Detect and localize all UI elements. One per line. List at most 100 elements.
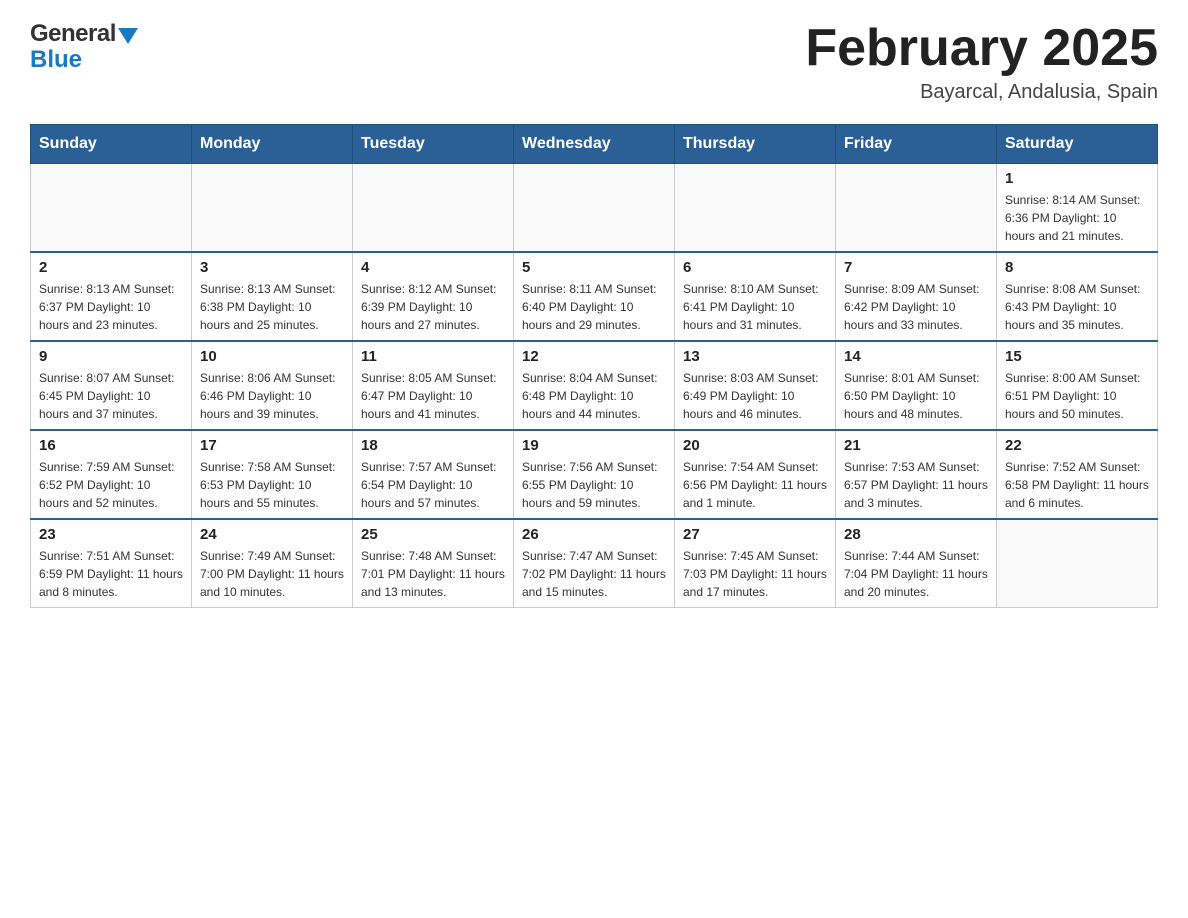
title-block: February 2025 Bayarcal, Andalusia, Spain — [805, 20, 1158, 104]
calendar-day-cell: 2 Sunrise: 8:13 AM Sunset: 6:37 PM Daylig… — [31, 252, 192, 341]
day-info: Sunrise: 8:00 AM Sunset: 6:51 PM Dayligh… — [1005, 369, 1149, 423]
day-number: 14 — [844, 348, 988, 365]
calendar-header-row: SundayMondayTuesdayWednesdayThursdayFrid… — [31, 125, 1158, 164]
day-info: Sunrise: 7:51 AM Sunset: 6:59 PM Dayligh… — [39, 547, 183, 601]
calendar-week-row: 2 Sunrise: 8:13 AM Sunset: 6:37 PM Daylig… — [31, 252, 1158, 341]
day-info: Sunrise: 8:13 AM Sunset: 6:37 PM Dayligh… — [39, 280, 183, 334]
calendar-day-cell: 20Sunrise: 7:54 AM Sunset: 6:56 PM Dayli… — [675, 430, 836, 519]
calendar-week-row: 9 Sunrise: 8:07 AM Sunset: 6:45 PM Daylig… — [31, 341, 1158, 430]
day-number: 27 — [683, 526, 827, 543]
day-info: Sunrise: 7:53 AM Sunset: 6:57 PM Dayligh… — [844, 458, 988, 512]
day-number: 22 — [1005, 437, 1149, 454]
calendar-week-row: 1 Sunrise: 8:14 AM Sunset: 6:36 PM Daylig… — [31, 164, 1158, 253]
day-info: Sunrise: 8:04 AM Sunset: 6:48 PM Dayligh… — [522, 369, 666, 423]
day-number: 8 — [1005, 259, 1149, 276]
day-number: 11 — [361, 348, 505, 365]
day-number: 9 — [39, 348, 183, 365]
day-number: 12 — [522, 348, 666, 365]
day-info: Sunrise: 8:05 AM Sunset: 6:47 PM Dayligh… — [361, 369, 505, 423]
calendar-day-cell: 12 Sunrise: 8:04 AM Sunset: 6:48 PM Dayli… — [514, 341, 675, 430]
day-number: 5 — [522, 259, 666, 276]
day-info: Sunrise: 8:03 AM Sunset: 6:49 PM Dayligh… — [683, 369, 827, 423]
calendar-day-cell — [836, 164, 997, 253]
calendar-day-cell: 19 Sunrise: 7:56 AM Sunset: 6:55 PM Dayli… — [514, 430, 675, 519]
day-number: 24 — [200, 526, 344, 543]
day-header-tuesday: Tuesday — [353, 125, 514, 164]
calendar-day-cell: 14 Sunrise: 8:01 AM Sunset: 6:50 PM Dayli… — [836, 341, 997, 430]
day-number: 23 — [39, 526, 183, 543]
day-info: Sunrise: 8:11 AM Sunset: 6:40 PM Dayligh… — [522, 280, 666, 334]
calendar-day-cell: 21 Sunrise: 7:53 AM Sunset: 6:57 PM Dayli… — [836, 430, 997, 519]
calendar-day-cell: 9 Sunrise: 8:07 AM Sunset: 6:45 PM Daylig… — [31, 341, 192, 430]
logo-blue-text: Blue — [30, 46, 138, 74]
calendar-day-cell: 22 Sunrise: 7:52 AM Sunset: 6:58 PM Dayli… — [997, 430, 1158, 519]
day-info: Sunrise: 7:44 AM Sunset: 7:04 PM Dayligh… — [844, 547, 988, 601]
page-header: General Blue February 2025 Bayarcal, And… — [30, 20, 1158, 104]
day-number: 13 — [683, 348, 827, 365]
day-info: Sunrise: 7:49 AM Sunset: 7:00 PM Dayligh… — [200, 547, 344, 601]
calendar-week-row: 23 Sunrise: 7:51 AM Sunset: 6:59 PM Dayli… — [31, 519, 1158, 608]
day-number: 3 — [200, 259, 344, 276]
calendar-table: SundayMondayTuesdayWednesdayThursdayFrid… — [30, 124, 1158, 608]
day-info: Sunrise: 8:12 AM Sunset: 6:39 PM Dayligh… — [361, 280, 505, 334]
day-header-thursday: Thursday — [675, 125, 836, 164]
day-number: 7 — [844, 259, 988, 276]
day-number: 19 — [522, 437, 666, 454]
day-number: 21 — [844, 437, 988, 454]
day-number: 17 — [200, 437, 344, 454]
day-number: 16 — [39, 437, 183, 454]
day-info: Sunrise: 7:59 AM Sunset: 6:52 PM Dayligh… — [39, 458, 183, 512]
day-header-saturday: Saturday — [997, 125, 1158, 164]
calendar-day-cell: 4 Sunrise: 8:12 AM Sunset: 6:39 PM Daylig… — [353, 252, 514, 341]
day-info: Sunrise: 8:10 AM Sunset: 6:41 PM Dayligh… — [683, 280, 827, 334]
calendar-day-cell — [353, 164, 514, 253]
location-text: Bayarcal, Andalusia, Spain — [805, 81, 1158, 104]
calendar-day-cell: 28 Sunrise: 7:44 AM Sunset: 7:04 PM Dayli… — [836, 519, 997, 608]
calendar-day-cell: 18 Sunrise: 7:57 AM Sunset: 6:54 PM Dayli… — [353, 430, 514, 519]
day-info: Sunrise: 8:13 AM Sunset: 6:38 PM Dayligh… — [200, 280, 344, 334]
calendar-day-cell: 27 Sunrise: 7:45 AM Sunset: 7:03 PM Dayli… — [675, 519, 836, 608]
calendar-day-cell: 3 Sunrise: 8:13 AM Sunset: 6:38 PM Daylig… — [192, 252, 353, 341]
day-number: 2 — [39, 259, 183, 276]
calendar-day-cell: 11 Sunrise: 8:05 AM Sunset: 6:47 PM Dayli… — [353, 341, 514, 430]
logo: General Blue — [30, 20, 138, 74]
calendar-day-cell: 8 Sunrise: 8:08 AM Sunset: 6:43 PM Daylig… — [997, 252, 1158, 341]
day-info: Sunrise: 8:07 AM Sunset: 6:45 PM Dayligh… — [39, 369, 183, 423]
day-info: Sunrise: 8:14 AM Sunset: 6:36 PM Dayligh… — [1005, 191, 1149, 245]
day-info: Sunrise: 8:06 AM Sunset: 6:46 PM Dayligh… — [200, 369, 344, 423]
day-info: Sunrise: 7:58 AM Sunset: 6:53 PM Dayligh… — [200, 458, 344, 512]
day-number: 10 — [200, 348, 344, 365]
day-number: 1 — [1005, 170, 1149, 187]
calendar-day-cell: 24 Sunrise: 7:49 AM Sunset: 7:00 PM Dayli… — [192, 519, 353, 608]
calendar-day-cell — [31, 164, 192, 253]
calendar-day-cell: 6 Sunrise: 8:10 AM Sunset: 6:41 PM Daylig… — [675, 252, 836, 341]
calendar-day-cell: 7 Sunrise: 8:09 AM Sunset: 6:42 PM Daylig… — [836, 252, 997, 341]
day-info: Sunrise: 7:57 AM Sunset: 6:54 PM Dayligh… — [361, 458, 505, 512]
day-number: 28 — [844, 526, 988, 543]
logo-general-text: General — [30, 20, 116, 48]
calendar-day-cell — [675, 164, 836, 253]
calendar-week-row: 16 Sunrise: 7:59 AM Sunset: 6:52 PM Dayli… — [31, 430, 1158, 519]
logo-arrow-icon — [118, 28, 138, 44]
day-number: 6 — [683, 259, 827, 276]
day-info: Sunrise: 8:01 AM Sunset: 6:50 PM Dayligh… — [844, 369, 988, 423]
calendar-day-cell: 26Sunrise: 7:47 AM Sunset: 7:02 PM Dayli… — [514, 519, 675, 608]
day-number: 25 — [361, 526, 505, 543]
day-number: 4 — [361, 259, 505, 276]
day-info: Sunrise: 7:47 AM Sunset: 7:02 PM Dayligh… — [522, 547, 666, 601]
day-header-wednesday: Wednesday — [514, 125, 675, 164]
day-info: Sunrise: 8:08 AM Sunset: 6:43 PM Dayligh… — [1005, 280, 1149, 334]
day-number: 18 — [361, 437, 505, 454]
day-number: 20 — [683, 437, 827, 454]
day-header-monday: Monday — [192, 125, 353, 164]
day-info: Sunrise: 7:56 AM Sunset: 6:55 PM Dayligh… — [522, 458, 666, 512]
day-header-friday: Friday — [836, 125, 997, 164]
month-title: February 2025 — [805, 20, 1158, 77]
calendar-day-cell: 23 Sunrise: 7:51 AM Sunset: 6:59 PM Dayli… — [31, 519, 192, 608]
day-info: Sunrise: 8:09 AM Sunset: 6:42 PM Dayligh… — [844, 280, 988, 334]
day-info: Sunrise: 7:45 AM Sunset: 7:03 PM Dayligh… — [683, 547, 827, 601]
calendar-day-cell: 13 Sunrise: 8:03 AM Sunset: 6:49 PM Dayli… — [675, 341, 836, 430]
day-number: 15 — [1005, 348, 1149, 365]
day-header-sunday: Sunday — [31, 125, 192, 164]
day-info: Sunrise: 7:52 AM Sunset: 6:58 PM Dayligh… — [1005, 458, 1149, 512]
